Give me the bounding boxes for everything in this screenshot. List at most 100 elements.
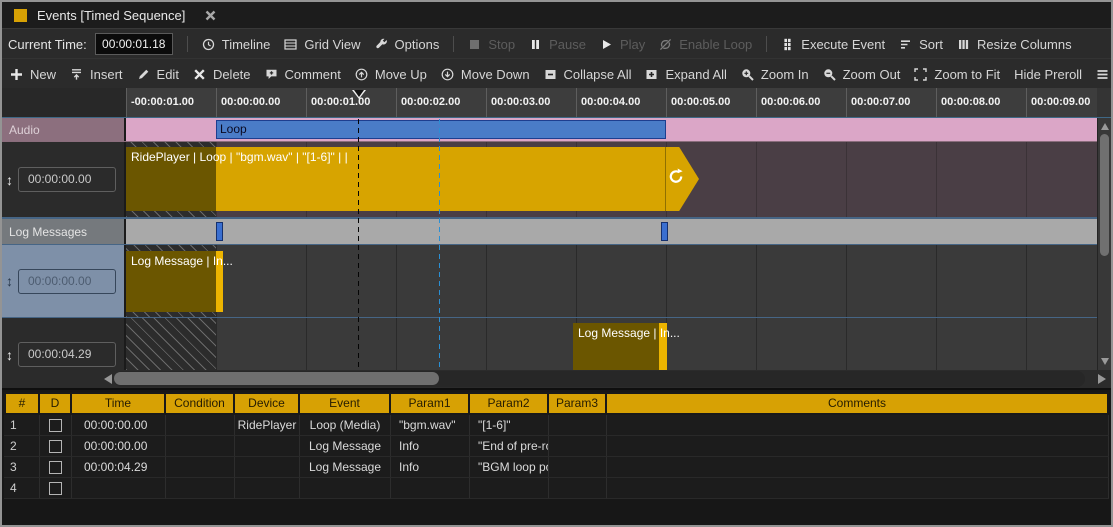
col-header-disabled[interactable]: D	[40, 392, 72, 415]
scroll-down-arrow-icon[interactable]	[1101, 358, 1109, 365]
row-num-cell[interactable]: 4	[4, 478, 40, 499]
param1-cell[interactable]: Info	[391, 457, 470, 478]
log-event-marker[interactable]	[216, 222, 223, 241]
col-header-param3[interactable]: Param3	[549, 392, 607, 415]
comments-cell[interactable]	[607, 478, 1109, 499]
time-cell[interactable]: 00:00:00.00	[72, 415, 166, 436]
disable-checkbox[interactable]	[49, 482, 62, 495]
param3-cell[interactable]	[549, 415, 607, 436]
row-num-cell[interactable]: 2	[4, 436, 40, 457]
device-cell[interactable]	[235, 436, 300, 457]
param2-cell[interactable]: "End of pre-roll"	[470, 436, 549, 457]
col-header-comments[interactable]: Comments	[607, 392, 1109, 415]
hide-preroll-button[interactable]: Hide Preroll	[1014, 67, 1082, 82]
zoom-to-fit-button[interactable]: Zoom to Fit	[914, 67, 1000, 82]
time-spinner-icon[interactable]: ↕	[6, 172, 13, 188]
current-time-input[interactable]	[95, 33, 173, 55]
execute-event-button[interactable]: Execute Event	[781, 37, 885, 52]
time-spinner-icon[interactable]: ↕	[6, 273, 13, 289]
disable-checkbox[interactable]	[49, 461, 62, 474]
scroll-left-arrow-icon[interactable]	[104, 374, 112, 384]
insert-button[interactable]: Insert	[70, 67, 123, 82]
param3-cell[interactable]	[549, 478, 607, 499]
condition-cell[interactable]	[166, 436, 235, 457]
vertical-scrollbar[interactable]	[1097, 118, 1111, 370]
col-header-param1[interactable]: Param1	[391, 392, 470, 415]
log-row2-time-field[interactable]: 00:00:04.29	[18, 342, 116, 367]
param1-cell[interactable]	[391, 478, 470, 499]
playhead-marker[interactable]	[352, 90, 366, 99]
param2-cell[interactable]: "[1-6]"	[470, 415, 549, 436]
collapse-all-button[interactable]: Collapse All	[544, 67, 632, 82]
groups-button[interactable]: Groups	[1096, 67, 1113, 82]
condition-cell[interactable]	[166, 457, 235, 478]
col-header-num[interactable]: #	[4, 392, 40, 415]
device-cell[interactable]: RidePlayer	[235, 415, 300, 436]
time-cell[interactable]	[72, 478, 166, 499]
row-num-cell[interactable]: 3	[4, 457, 40, 478]
zoom-in-button[interactable]: Zoom In	[741, 67, 809, 82]
comments-cell[interactable]	[607, 415, 1109, 436]
col-header-event[interactable]: Event	[300, 392, 391, 415]
log-messages-group-label[interactable]: Log Messages	[2, 219, 126, 244]
comments-cell[interactable]	[607, 457, 1109, 478]
pause-button[interactable]: Pause	[529, 37, 586, 52]
time-ruler[interactable]: -00:00:01.00 00:00:00.00 00:00:01.00 00:…	[126, 88, 1097, 117]
disable-checkbox[interactable]	[49, 440, 62, 453]
grid-view-button[interactable]: Grid View	[284, 37, 360, 52]
param1-cell[interactable]: "bgm.wav"	[391, 415, 470, 436]
time-cell[interactable]: 00:00:00.00	[72, 436, 166, 457]
horizontal-scrollbar[interactable]	[2, 370, 1111, 388]
resize-columns-button[interactable]: Resize Columns	[957, 37, 1072, 52]
param3-cell[interactable]	[549, 457, 607, 478]
col-header-param2[interactable]: Param2	[470, 392, 549, 415]
move-down-button[interactable]: Move Down	[441, 67, 530, 82]
vertical-scroll-thumb[interactable]	[1100, 134, 1109, 256]
event-cell[interactable]: Log Message	[300, 436, 391, 457]
row-num-cell[interactable]: 1	[4, 415, 40, 436]
device-cell[interactable]	[235, 478, 300, 499]
device-cell[interactable]	[235, 457, 300, 478]
param2-cell[interactable]: "BGM loop point"	[470, 457, 549, 478]
timeline-button[interactable]: Timeline	[202, 37, 271, 52]
close-tab-icon[interactable]	[205, 10, 216, 21]
rideplayer-time-field[interactable]: 00:00:00.00	[18, 167, 116, 192]
audio-loop-bar[interactable]: Loop	[216, 120, 666, 139]
zoom-out-button[interactable]: Zoom Out	[823, 67, 901, 82]
options-button[interactable]: Options	[375, 37, 440, 52]
sort-button[interactable]: Sort	[899, 37, 943, 52]
event-cell[interactable]: Loop (Media)	[300, 415, 391, 436]
log-event-marker[interactable]	[661, 222, 668, 241]
comments-cell[interactable]	[607, 436, 1109, 457]
condition-cell[interactable]	[166, 478, 235, 499]
time-cell[interactable]: 00:00:04.29	[72, 457, 166, 478]
condition-cell[interactable]	[166, 415, 235, 436]
delete-button[interactable]: Delete	[193, 67, 251, 82]
edit-button[interactable]: Edit	[137, 67, 179, 82]
stop-button[interactable]: Stop	[468, 37, 515, 52]
enable-loop-button[interactable]: Enable Loop	[659, 37, 752, 52]
event-cell[interactable]	[300, 478, 391, 499]
move-up-button[interactable]: Move Up	[355, 67, 427, 82]
time-spinner-icon[interactable]: ↕	[6, 347, 13, 363]
scroll-up-arrow-icon[interactable]	[1101, 123, 1109, 130]
event-cell[interactable]: Log Message	[300, 457, 391, 478]
col-header-condition[interactable]: Condition	[166, 392, 235, 415]
param3-cell[interactable]	[549, 436, 607, 457]
scroll-right-arrow-icon[interactable]	[1098, 374, 1106, 384]
param2-cell[interactable]	[470, 478, 549, 499]
audio-group-label[interactable]: Audio	[2, 118, 126, 141]
horizontal-scroll-thumb[interactable]	[114, 372, 439, 385]
param1-cell[interactable]: Info	[391, 436, 470, 457]
play-button[interactable]: Play	[600, 37, 645, 52]
comment-button[interactable]: Comment	[265, 67, 341, 82]
disable-checkbox[interactable]	[49, 419, 62, 432]
col-header-time[interactable]: Time	[72, 392, 166, 415]
expand-all-button[interactable]: Expand All	[645, 67, 726, 82]
log-message-event-bar[interactable]: Log Message | In...	[573, 323, 667, 370]
new-button[interactable]: New	[10, 67, 56, 82]
log-message-event-bar[interactable]: Log Message | In...	[126, 251, 223, 312]
log-row1-time-field[interactable]: 00:00:00.00	[18, 269, 116, 294]
tab-events-timed-sequence[interactable]: Events [Timed Sequence]	[2, 2, 228, 28]
rideplayer-loop-event-bar[interactable]: RidePlayer | Loop | "bgm.wav" | "[1-6]" …	[126, 147, 699, 211]
